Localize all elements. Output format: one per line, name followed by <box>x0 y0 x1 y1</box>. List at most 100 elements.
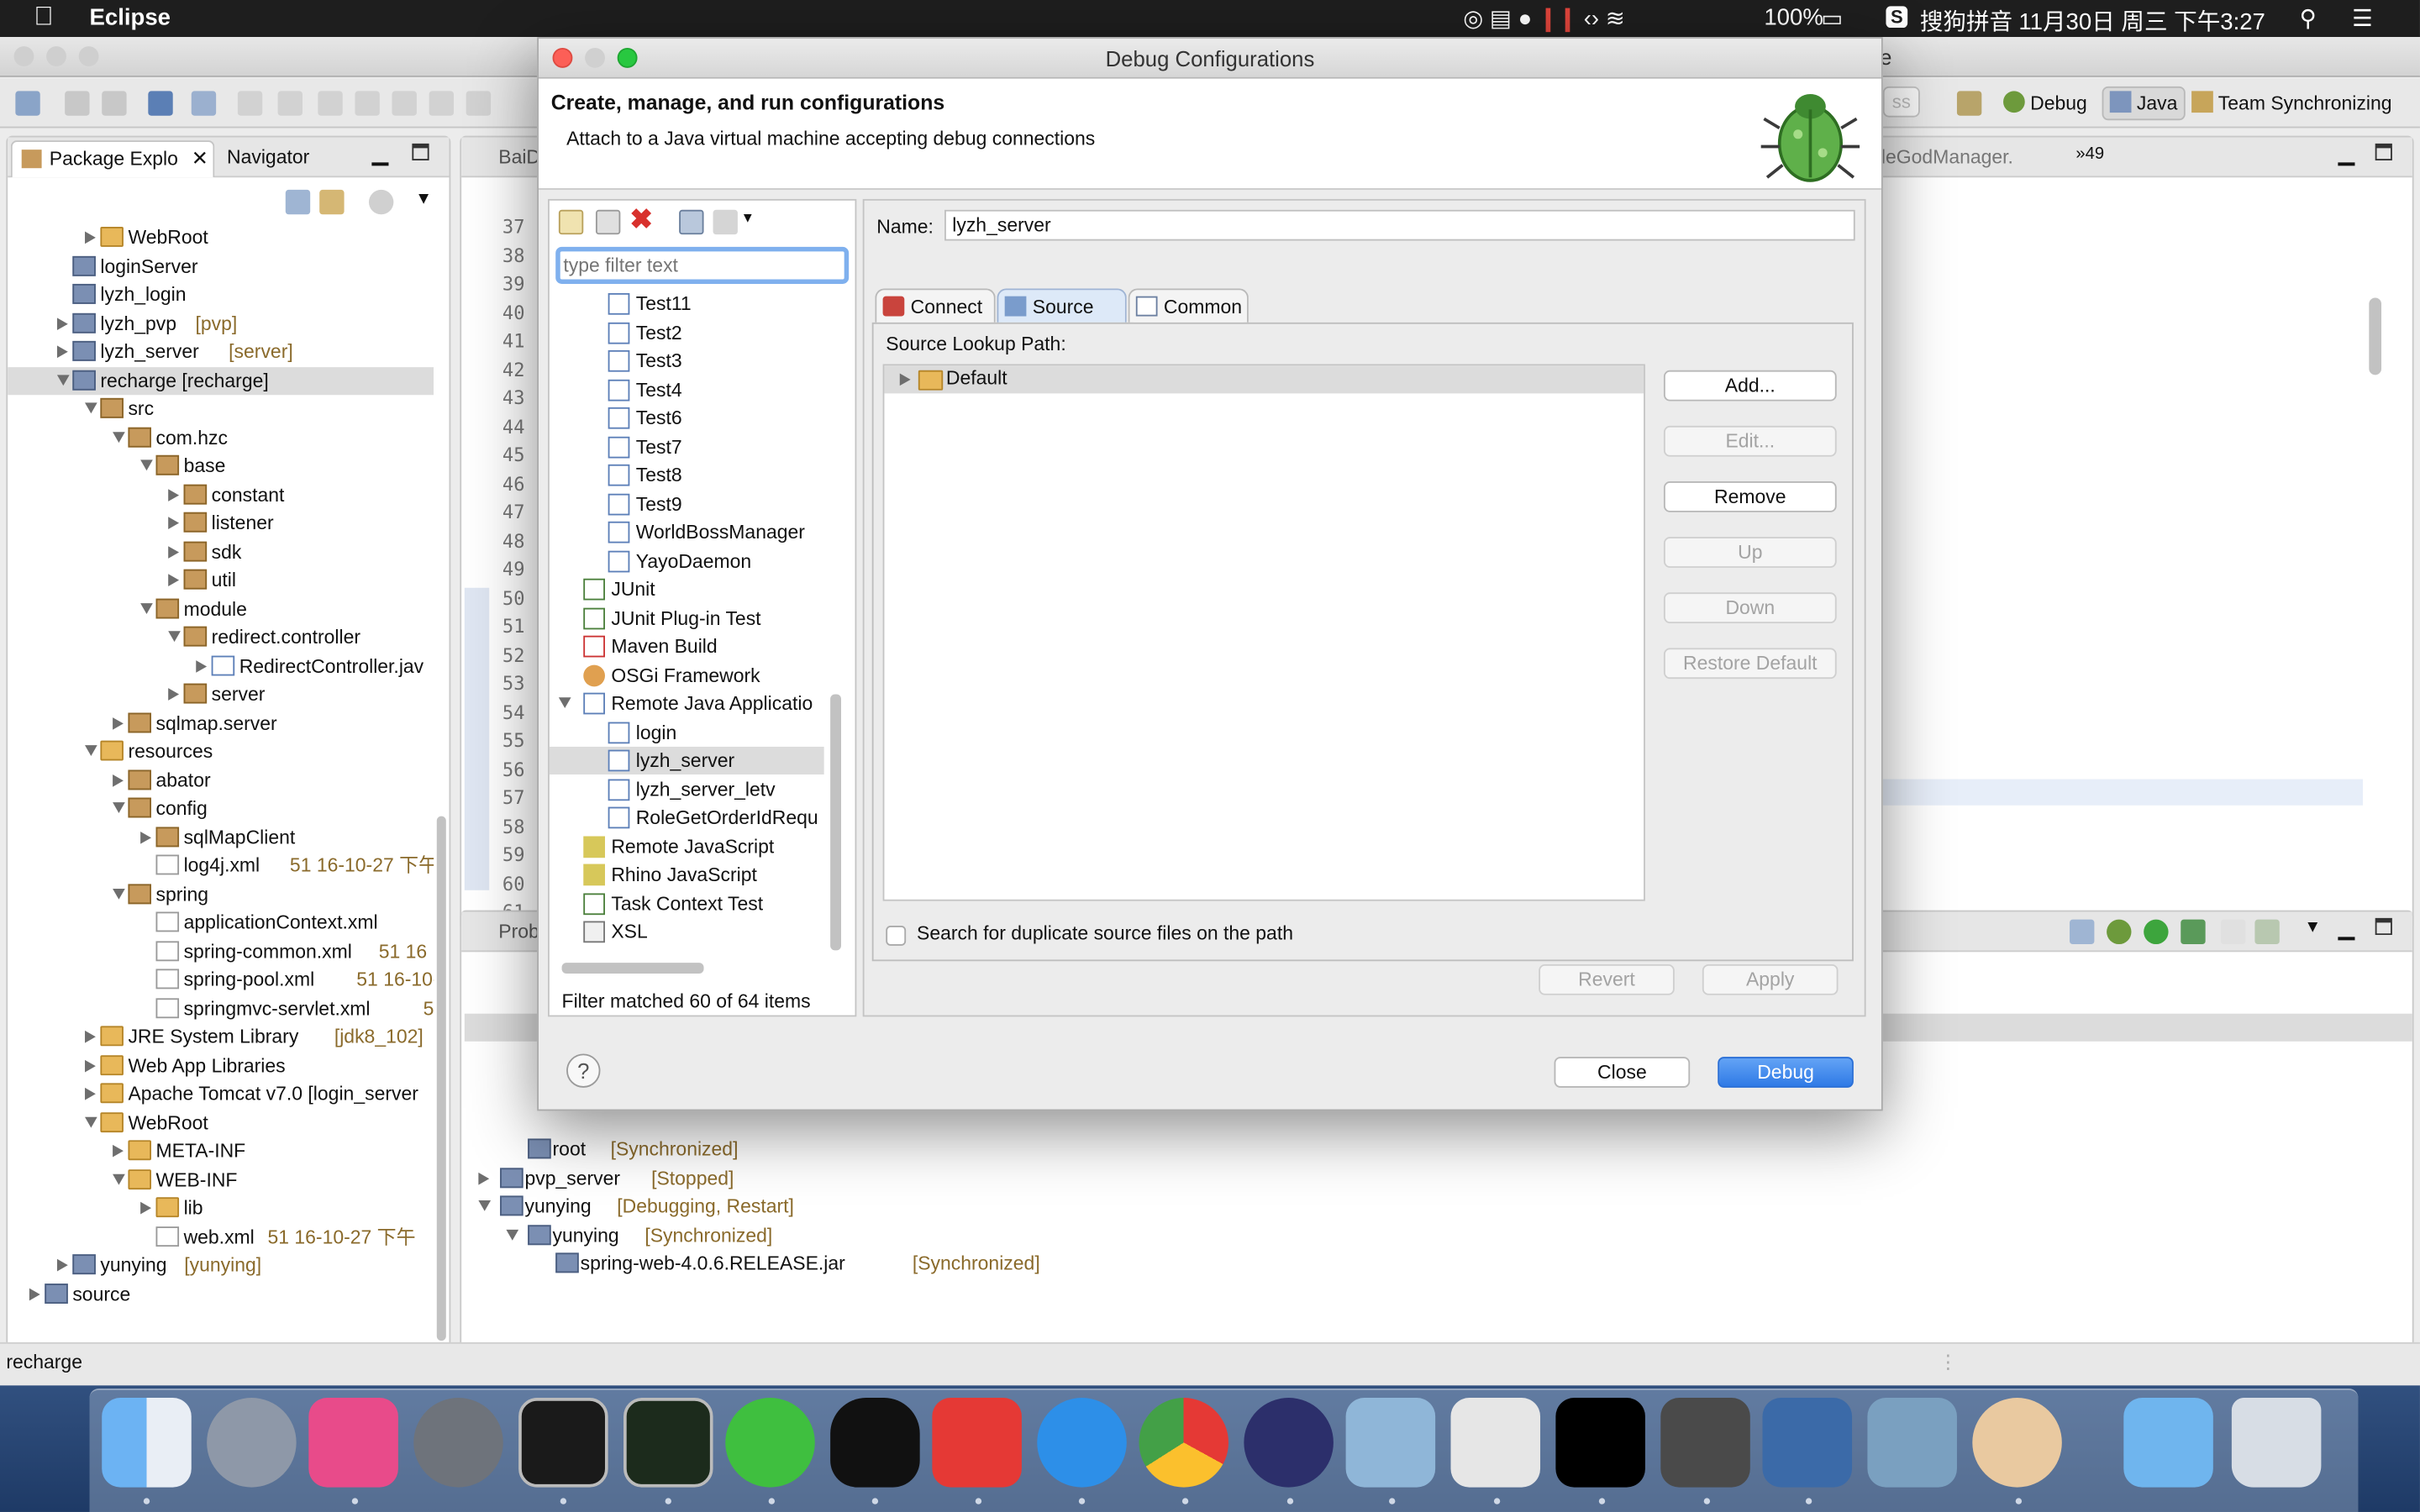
tree-item[interactable]: log4j.xml 51 16-10-27 下午 <box>8 852 434 879</box>
tree-item[interactable]: abator <box>8 766 434 794</box>
tree-item[interactable]: springmvc-servlet.xml 51 1 <box>8 995 434 1022</box>
collapse-all-icon[interactable] <box>679 209 704 235</box>
notification-center-icon[interactable]: ☰ <box>2352 5 2373 32</box>
minimize-dot[interactable] <box>46 46 66 66</box>
tree-item[interactable]: sqlmap.server <box>8 709 434 737</box>
config-item[interactable]: Test8 <box>550 461 824 489</box>
suspend-icon[interactable] <box>277 91 302 116</box>
tree-item[interactable]: src <box>8 395 434 423</box>
chevron-down-icon[interactable] <box>558 697 571 709</box>
tree-item[interactable]: redirect.controller <box>8 623 434 651</box>
up-button[interactable]: Up <box>1663 537 1837 568</box>
help-icon[interactable]: ? <box>566 1053 601 1088</box>
tree-item[interactable]: config <box>8 795 434 822</box>
collapse-all-icon[interactable] <box>285 189 311 215</box>
tree-item[interactable]: recharge [recharge] <box>8 366 434 395</box>
black-window-icon[interactable] <box>1555 1398 1645 1488</box>
chevron-right-icon[interactable] <box>168 488 180 501</box>
qq-icon[interactable] <box>830 1398 920 1488</box>
chevron-right-icon[interactable] <box>196 659 208 672</box>
perspective-team[interactable]: Team Synchronizing <box>2191 88 2392 119</box>
problems-tab[interactable]: Prob <box>498 921 539 943</box>
ime-icon[interactable]: S <box>1886 6 1908 29</box>
chevron-right-icon[interactable] <box>168 574 180 586</box>
config-item[interactable]: Test11 <box>550 290 824 318</box>
duplicate-config-icon[interactable] <box>595 209 621 235</box>
server-row[interactable]: spring-web-4.0.6.RELEASE.jar [Synchronize… <box>0 1250 1389 1278</box>
chevron-down-icon[interactable] <box>478 1200 492 1211</box>
config-item[interactable]: YayoDaemon <box>550 547 824 575</box>
config-item[interactable]: WorldBossManager <box>550 518 824 546</box>
chevron-right-icon[interactable] <box>168 517 180 529</box>
preview-window-icon[interactable] <box>1450 1398 1541 1488</box>
close-icon[interactable]: ✕ <box>192 146 208 171</box>
apple-icon[interactable]:  <box>34 2 53 33</box>
spotlight-icon[interactable]: ⚲ <box>2300 5 2317 32</box>
remove-button[interactable]: Remove <box>1663 481 1837 512</box>
youdao-icon[interactable] <box>932 1398 1022 1488</box>
link-with-editor-icon[interactable] <box>319 189 345 215</box>
chevron-right-icon[interactable] <box>85 1058 96 1072</box>
chevron-right-icon[interactable] <box>168 688 180 701</box>
config-item[interactable]: Remote JavaScript <box>550 832 824 860</box>
editor-minimize-icon[interactable]: ▁ <box>2338 140 2355 166</box>
config-item[interactable]: RoleGetOrderIdRequ <box>550 804 824 832</box>
ime-label[interactable]: 搜狗拼音 <box>1920 5 2012 38</box>
chevron-right-icon[interactable] <box>85 1030 96 1043</box>
editor-scrollbar[interactable] <box>2369 297 2382 375</box>
chevron-down-icon[interactable] <box>168 631 181 643</box>
publish-icon[interactable] <box>2254 919 2280 945</box>
chevron-right-icon[interactable] <box>113 774 124 786</box>
zoom-dot[interactable] <box>78 46 99 66</box>
downloads-folder-icon[interactable] <box>2123 1398 2213 1488</box>
eclipse-icon[interactable] <box>1244 1398 1334 1488</box>
minimize-icon[interactable]: ▁ <box>372 140 389 166</box>
close-dot[interactable] <box>13 46 34 66</box>
config-item[interactable]: login <box>550 718 824 746</box>
battery-icon[interactable]: ▭ <box>1821 5 1843 32</box>
restore-default-button[interactable]: Restore Default <box>1663 648 1837 680</box>
server-row[interactable]: root [Synchronized] <box>0 1136 1389 1163</box>
dialog-zoom-button[interactable] <box>617 47 638 68</box>
tab-navigator[interactable]: Navigator <box>227 146 309 168</box>
tab-overflow-indicator[interactable]: »49 <box>2075 145 2104 164</box>
activity-monitor-icon[interactable] <box>623 1398 713 1488</box>
chevron-right-icon[interactable] <box>85 1087 96 1100</box>
battery-label[interactable]: 100% <box>1764 5 1823 31</box>
config-item[interactable]: Remote Java Applicatio <box>550 690 824 717</box>
server-row[interactable]: pvp_server [Stopped] <box>0 1164 1389 1192</box>
safari-icon[interactable] <box>1037 1398 1127 1488</box>
cleanmymac-icon[interactable] <box>308 1398 398 1488</box>
config-item[interactable]: Test3 <box>550 347 824 375</box>
chevron-down-icon[interactable] <box>140 459 153 471</box>
tree-item[interactable]: server <box>8 680 434 708</box>
chevron-down-icon[interactable] <box>113 888 125 899</box>
config-horizontal-scrollbar[interactable] <box>561 963 704 974</box>
focus-icon[interactable] <box>368 189 394 215</box>
tree-item[interactable]: lyzh_login <box>8 281 434 308</box>
server-row[interactable]: yunying [Debugging, Restart] <box>0 1193 1389 1221</box>
tree-item[interactable]: sdk <box>8 538 434 565</box>
apply-button[interactable]: Apply <box>1702 963 1839 995</box>
profile-icon[interactable] <box>2181 919 2206 945</box>
duplicate-source-checkbox[interactable] <box>886 926 907 946</box>
chevron-right-icon[interactable] <box>56 345 68 359</box>
config-item[interactable]: Test4 <box>550 375 824 403</box>
config-item[interactable]: OSGi Framework <box>550 661 824 689</box>
new-icon[interactable] <box>15 91 40 116</box>
config-item[interactable]: Maven Build <box>550 633 824 660</box>
tree-item[interactable]: source <box>8 1280 434 1308</box>
chevron-right-icon[interactable] <box>140 831 151 843</box>
chevron-down-icon[interactable] <box>85 745 97 756</box>
chm-viewer-icon[interactable] <box>1762 1398 1853 1488</box>
delete-config-icon[interactable]: ✖ <box>629 203 653 236</box>
tree-item[interactable]: Apache Tomcat v7.0 [login_server <box>8 1080 434 1108</box>
bottom-minimize-icon[interactable]: ▁ <box>2338 915 2355 941</box>
perspective-java[interactable]: Java <box>2102 86 2186 121</box>
bottom-maximize-icon[interactable] <box>2375 917 2392 936</box>
tree-item[interactable]: resources <box>8 738 434 765</box>
status-icons[interactable]: ◎ ▤ ● ❙❙ ‹› ≋ <box>1463 5 1625 32</box>
terminate-icon[interactable] <box>318 91 343 116</box>
editor-tab-overflow-text[interactable]: leGodManager. <box>1881 146 2013 168</box>
clock[interactable]: 11月30日 周三 下午3:27 <box>2018 5 2265 38</box>
